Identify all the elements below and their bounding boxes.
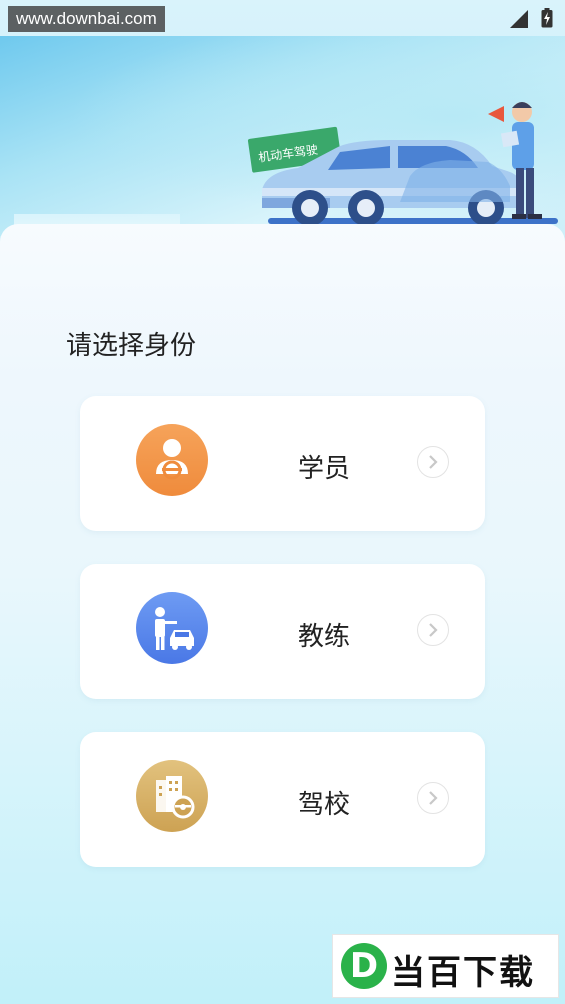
role-label-driving-school: 驾校 xyxy=(298,790,351,820)
student-driver-icon xyxy=(136,424,208,496)
brand-watermark-logo: D 当百下载 xyxy=(332,934,559,998)
watermark-text: www.downbai.com xyxy=(8,6,165,32)
role-card-student[interactable]: 学员 xyxy=(80,396,485,531)
brand-name: 当百下载 xyxy=(391,953,535,993)
coach-with-car-icon xyxy=(136,592,208,664)
role-label-student: 学员 xyxy=(298,454,351,484)
page-title: 请选择身份 xyxy=(66,331,197,361)
role-card-driving-school[interactable]: 驾校 xyxy=(80,732,485,867)
role-card-coach[interactable]: 教练 xyxy=(80,564,485,699)
car-and-instructor-illustration: 机动车驾驶 xyxy=(247,102,558,226)
role-label-coach: 教练 xyxy=(298,622,351,652)
status-bar: www.downbai.com xyxy=(0,0,565,36)
driving-school-building-icon xyxy=(136,760,208,832)
chevron-right-icon xyxy=(417,446,449,478)
chevron-right-icon xyxy=(417,614,449,646)
signal-icon xyxy=(510,10,528,28)
chevron-right-icon xyxy=(417,782,449,814)
battery-icon xyxy=(541,8,553,28)
hero-banner: 机动车驾驶 xyxy=(0,36,565,244)
brand-letter: D xyxy=(341,943,387,989)
